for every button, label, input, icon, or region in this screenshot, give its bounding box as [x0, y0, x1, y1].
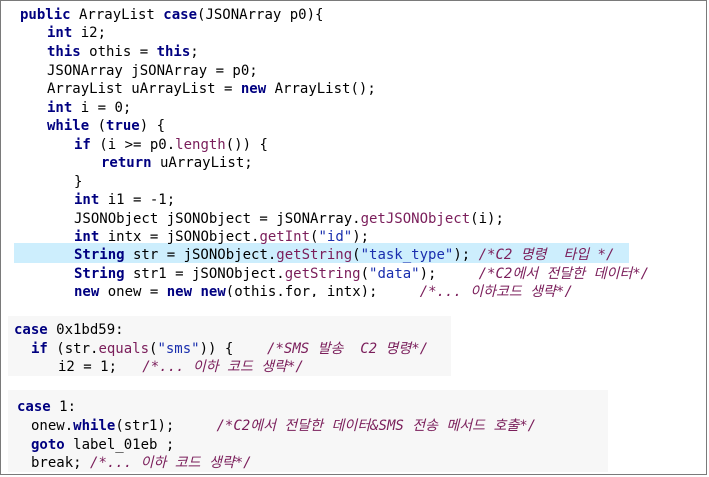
code-line-6: int i = 0;	[47, 100, 132, 116]
code-line-onew-while: onew.while(str1); /*C2에서 전달한 데이터&SMS 전송 …	[31, 418, 537, 434]
code-line-1: public ArrayList case(JSONArray p0){	[20, 7, 324, 23]
code-line-2: int i2;	[47, 25, 107, 41]
code-line-case-label: case 0x1bd59:	[14, 322, 124, 338]
code-line-goto: goto label_01eb ;	[31, 437, 175, 453]
code-line-if-sms: if (str.equals("sms")) { /*SMS 발송 C2 명령*…	[31, 341, 429, 357]
code-line-12: JSONObject jSONObject = jSONArray.getJSO…	[74, 211, 504, 227]
code-line-14: String str = jSONObject.getString("task_…	[74, 247, 615, 263]
code-line-13: int intx = jSONObject.getInt("id");	[74, 229, 370, 245]
code-line-8: if (i >= p0.length()) {	[74, 137, 268, 153]
code-line-i2-assign: i2 = 1; /*... 이하 코드 생략*/	[58, 359, 304, 375]
code-line-4: JSONArray jSONArray = p0;	[47, 63, 258, 79]
code-line-case-1: case 1:	[17, 399, 77, 415]
code-line-11: int i1 = -1;	[74, 192, 176, 208]
code-line-15: String str1 = jSONObject.getString("data…	[74, 266, 650, 282]
code-line-7: while (true) {	[47, 118, 166, 134]
code-line-3: this othis = this;	[47, 44, 199, 60]
code-line-break: break; /*... 이하 코드 생략*/	[31, 455, 252, 471]
code-line-9: return uArrayList;	[101, 155, 253, 171]
code-line-5: ArrayList uArrayList = new ArrayList();	[47, 81, 376, 97]
code-line-10: }	[74, 174, 83, 190]
code-line-16: new onew = new new(othis.for, intx); /*.…	[74, 284, 573, 297]
